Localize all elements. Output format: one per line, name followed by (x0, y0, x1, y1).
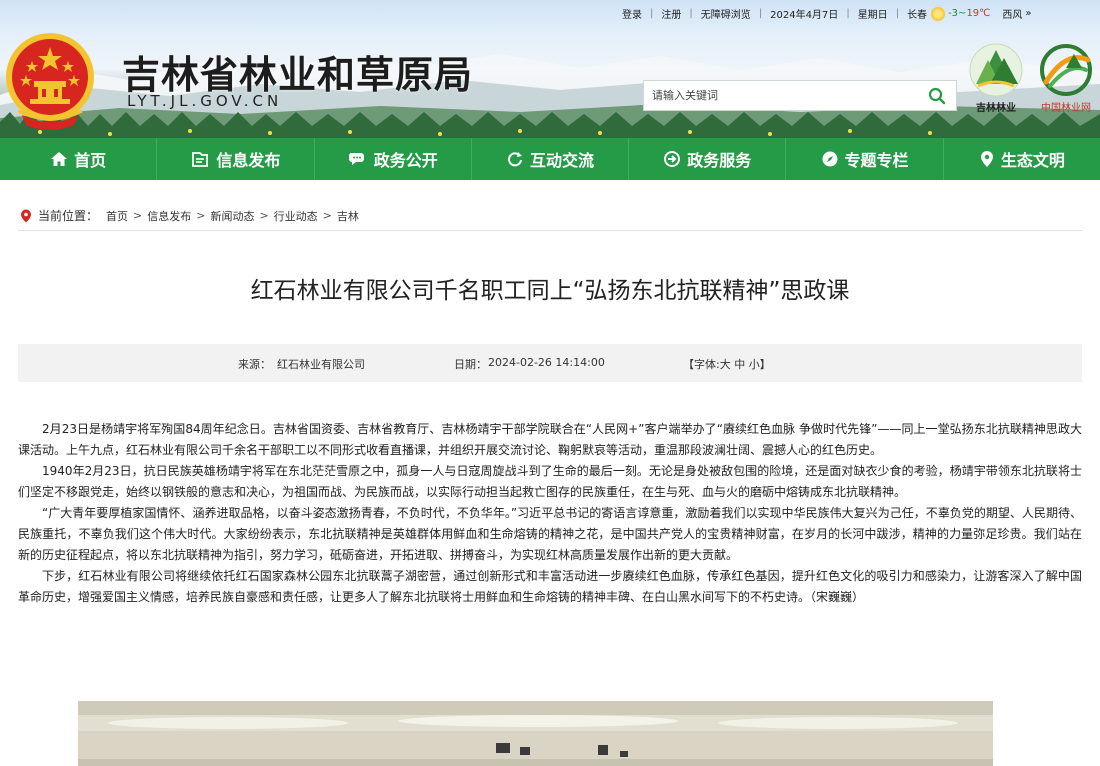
breadcrumb-item-news[interactable]: 新闻动态 (210, 208, 254, 224)
site-domain: LYT.JL.GOV.CN (127, 92, 283, 110)
jilin-forestry-logo[interactable]: 吉林林业 (968, 42, 1024, 114)
date-value: 2024-02-26 14:14:00 (488, 356, 605, 369)
site-title: 吉林省林业和草原局 (122, 52, 474, 97)
article-photo-image (78, 701, 993, 766)
nav-gov-services[interactable]: 政务服务 (629, 138, 787, 180)
current-weekday: 星期日 (857, 10, 888, 21)
register-link[interactable]: 注册 (661, 6, 681, 21)
current-date: 2024年4月7日 (770, 10, 839, 21)
separator: | (650, 8, 654, 19)
nav-label: 生态文明 (1000, 151, 1065, 170)
accessible-link[interactable]: 无障碍浏览 (701, 6, 751, 21)
font-size-control[interactable]: 【字体:大 中 小】 (683, 356, 771, 372)
nav-label: 互动交流 (529, 151, 594, 170)
login-link[interactable]: 登录 (622, 6, 642, 21)
pin-icon (980, 151, 993, 167)
breadcrumb-item-info[interactable]: 信息发布 (147, 208, 191, 224)
breadcrumb-item-home[interactable]: 首页 (106, 208, 128, 224)
temp-low: -3 (948, 8, 959, 19)
site-header: 登录 | 注册 | 无障碍浏览 | 2024年4月7日 | 星期日 | 长春 -… (0, 0, 1100, 138)
nav-special-topics[interactable]: 专题专栏 (786, 138, 944, 180)
nav-gov-affairs[interactable]: 政务公开 (315, 138, 472, 180)
home-icon (51, 152, 68, 166)
breadcrumb-divider (18, 230, 1082, 231)
china-forestry-logo-icon (1040, 44, 1092, 96)
search-input[interactable] (644, 81, 914, 110)
temp-high: 19℃ (966, 8, 991, 19)
date-label: 日期： (454, 358, 487, 371)
document-icon (192, 152, 209, 167)
nav-ecology[interactable]: 生态文明 (944, 138, 1100, 180)
weather-city: 长春 (907, 10, 928, 21)
source-label: 来源： (238, 358, 271, 371)
china-forestry-logo[interactable]: 中国林业网 (1034, 42, 1098, 114)
logo2-caption: 中国林业网 (1041, 103, 1091, 114)
chat-icon (348, 153, 364, 165)
temp-separator: ~ (958, 8, 967, 19)
national-emblem-icon (4, 31, 96, 131)
nav-label: 政务公开 (373, 151, 438, 170)
nav-label: 专题专栏 (844, 151, 909, 170)
article-paragraph: 1940年2月23日，抗日民族英雄杨靖宇将军在东北茫茫雪原之中，孤身一人与日寇周… (18, 464, 1082, 499)
nav-info-release[interactable]: 信息发布 (157, 138, 315, 180)
nav-interaction[interactable]: 互动交流 (472, 138, 630, 180)
breadcrumb-separator: > (322, 209, 332, 222)
service-icon (664, 151, 681, 167)
logo1-caption: 吉林林业 (976, 103, 1016, 114)
separator: | (895, 8, 900, 19)
separator: | (758, 8, 763, 19)
top-utility-bar: 登录 | 注册 | 无障碍浏览 | 2024年4月7日 | 星期日 | 长春 -… (622, 6, 1032, 21)
breadcrumb-separator: > (196, 209, 206, 222)
sun-icon (931, 6, 946, 21)
breadcrumb-item-industry[interactable]: 行业动态 (274, 208, 318, 224)
source-value: 红石林业有限公司 (277, 358, 365, 371)
separator: | (846, 8, 850, 19)
weather-more-icon[interactable]: » (1025, 8, 1031, 19)
nav-label: 政务服务 (687, 151, 752, 170)
search-box (643, 80, 957, 111)
article-paragraph: 下步，红石林业有限公司将继续依托红石国家森林公园东北抗联蒿子湖密营，通过创新形式… (18, 569, 1082, 604)
search-icon (928, 87, 946, 104)
main-nav: 首页 信息发布 政务公开 互动交流 政务服务 专题专栏 生态文明 (0, 138, 1100, 180)
article-title: 红石林业有限公司千名职工同上“弘扬东北抗联精神”思政课 (250, 278, 850, 304)
jilin-forestry-logo-icon (969, 43, 1023, 97)
nav-label: 信息发布 (216, 151, 281, 170)
article-photo (78, 701, 993, 766)
breadcrumb-separator: > (133, 209, 143, 222)
refresh-icon (508, 152, 522, 167)
article-paragraph: 2月23日是杨靖宇将军殉国84周年纪念日。吉林省国资委、吉林省教育厅、吉林杨靖宇… (18, 422, 1082, 457)
location-icon (21, 209, 31, 222)
search-button[interactable] (918, 81, 956, 110)
article-paragraph: “广大青年要厚植家国情怀、涵养进取品格，以奋斗姿态激扬青春，不负时代，不负华年。… (18, 506, 1082, 562)
breadcrumb: 当前位置： 首页 > 信息发布 > 新闻动态 > 行业动态 > 吉林 (20, 207, 359, 224)
nav-home[interactable]: 首页 (0, 138, 158, 180)
breadcrumb-label: 当前位置： (38, 209, 99, 223)
nav-label: 首页 (74, 151, 107, 170)
article-meta: 来源： 红石林业有限公司 日期： 2024-02-26 14:14:00 【字体… (18, 344, 1082, 382)
separator: | (689, 8, 693, 19)
article-body: 2月23日是杨靖宇将军殉国84周年纪念日。吉林省国资委、吉林省教育厅、吉林杨靖宇… (18, 419, 1082, 608)
breadcrumb-item-jilin[interactable]: 吉林 (337, 208, 359, 224)
compass-icon (822, 151, 838, 167)
breadcrumb-separator: > (259, 209, 269, 222)
wind-info: 西风 (1002, 10, 1023, 21)
